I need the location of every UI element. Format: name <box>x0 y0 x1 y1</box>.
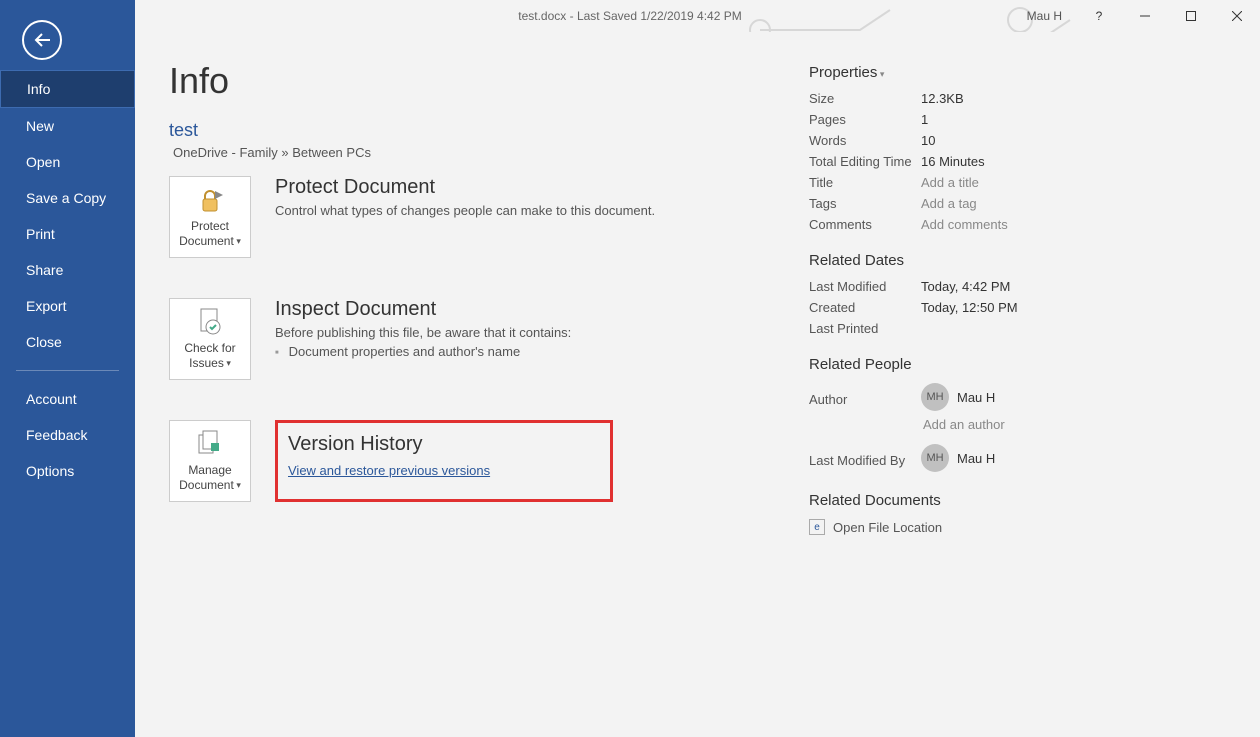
title-input[interactable]: Add a title <box>921 175 979 190</box>
manage-document-button[interactable]: Manage Document <box>169 420 251 502</box>
tags-input[interactable]: Add a tag <box>921 196 977 211</box>
inspect-desc: Before publishing this file, be aware th… <box>275 325 571 359</box>
sidebar-item-export[interactable]: Export <box>0 288 135 324</box>
documents-icon <box>195 429 225 459</box>
sidebar-item-share[interactable]: Share <box>0 252 135 288</box>
user-name[interactable]: Mau H <box>1027 9 1062 23</box>
maximize-button[interactable] <box>1168 0 1214 32</box>
version-history-highlight: Version History View and restore previou… <box>275 420 613 502</box>
version-title: Version History <box>288 433 490 456</box>
last-printed-label: Last Printed <box>809 321 921 336</box>
protect-title: Protect Document <box>275 176 655 199</box>
created-value: Today, 12:50 PM <box>921 300 1018 315</box>
add-author-input[interactable]: Add an author <box>923 417 1179 432</box>
sidebar-item-save-a-copy[interactable]: Save a Copy <box>0 180 135 216</box>
sidebar-separator <box>16 370 119 371</box>
backstage-sidebar: Info New Open Save a Copy Print Share Ex… <box>0 0 135 737</box>
sidebar-item-print[interactable]: Print <box>0 216 135 252</box>
open-file-location[interactable]: e Open File Location <box>809 519 1179 535</box>
sidebar-item-options[interactable]: Options <box>0 453 135 489</box>
back-arrow-icon <box>33 32 51 48</box>
related-people-heading: Related People <box>809 356 1179 373</box>
sidebar-item-account[interactable]: Account <box>0 381 135 417</box>
last-modified-value: Today, 4:42 PM <box>921 279 1010 294</box>
check-for-issues-button[interactable]: Check for Issues <box>169 298 251 380</box>
title-text: test.docx - Last Saved 1/22/2019 4:42 PM <box>518 9 741 23</box>
words-label: Words <box>809 133 921 148</box>
lock-icon <box>195 185 225 215</box>
modified-by-name[interactable]: Mau H <box>957 451 995 466</box>
modified-by-avatar[interactable]: MH <box>921 444 949 472</box>
properties-heading[interactable]: Properties <box>809 64 1179 81</box>
help-button[interactable]: ? <box>1076 0 1122 32</box>
protect-desc: Control what types of changes people can… <box>275 203 655 218</box>
document-check-icon <box>195 307 225 337</box>
modified-by-label: Last Modified By <box>809 449 921 468</box>
properties-panel: Properties Size12.3KB Pages1 Words10 Tot… <box>809 60 1179 535</box>
related-dates-heading: Related Dates <box>809 252 1179 269</box>
pages-label: Pages <box>809 112 921 127</box>
sidebar-item-info[interactable]: Info <box>0 70 135 108</box>
related-documents-heading: Related Documents <box>809 492 1179 509</box>
editing-time-label: Total Editing Time <box>809 154 921 169</box>
pages-value: 1 <box>921 112 928 127</box>
author-label: Author <box>809 388 921 407</box>
minimize-button[interactable] <box>1122 0 1168 32</box>
size-label: Size <box>809 91 921 106</box>
folder-icon: e <box>809 519 825 535</box>
view-versions-link[interactable]: View and restore previous versions <box>288 463 490 478</box>
comments-input[interactable]: Add comments <box>921 217 1008 232</box>
comments-label: Comments <box>809 217 921 232</box>
sidebar-item-open[interactable]: Open <box>0 144 135 180</box>
words-value: 10 <box>921 133 935 148</box>
back-button[interactable] <box>22 20 62 60</box>
editing-time-value: 16 Minutes <box>921 154 985 169</box>
titlebar: test.docx - Last Saved 1/22/2019 4:42 PM… <box>0 0 1260 32</box>
sidebar-item-new[interactable]: New <box>0 108 135 144</box>
tags-label: Tags <box>809 196 921 211</box>
last-modified-label: Last Modified <box>809 279 921 294</box>
close-button[interactable] <box>1214 0 1260 32</box>
size-value: 12.3KB <box>921 91 964 106</box>
protect-document-button[interactable]: Protect Document <box>169 176 251 258</box>
main-content: Info test OneDrive - Family » Between PC… <box>135 32 1260 737</box>
title-label: Title <box>809 175 921 190</box>
inspect-item: Document properties and author's name <box>275 344 571 359</box>
created-label: Created <box>809 300 921 315</box>
author-name[interactable]: Mau H <box>957 390 995 405</box>
sidebar-item-close[interactable]: Close <box>0 324 135 360</box>
inspect-title: Inspect Document <box>275 298 571 321</box>
sidebar-item-feedback[interactable]: Feedback <box>0 417 135 453</box>
author-avatar[interactable]: MH <box>921 383 949 411</box>
